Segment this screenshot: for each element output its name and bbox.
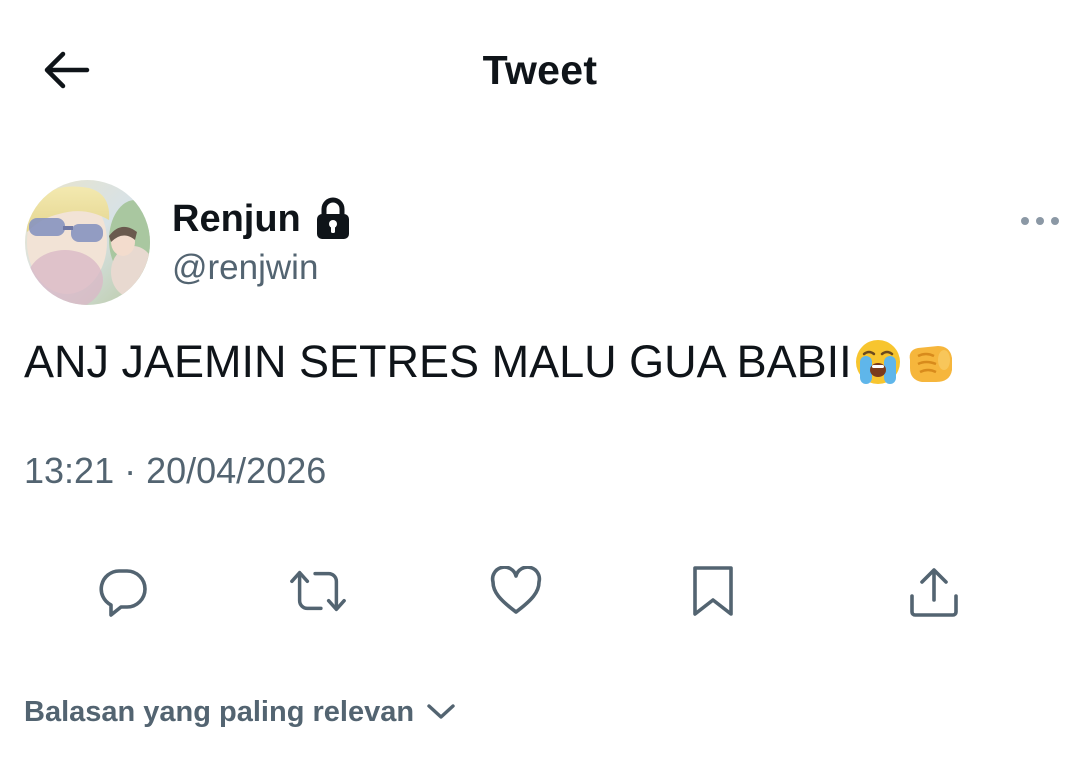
tweet-timestamp[interactable]: 13:21 · 20/04/2026 [24,448,326,494]
tweet-text-content: ANJ JAEMIN SETRES MALU GUA BABII [24,336,852,387]
loudly-crying-face-icon [855,340,900,384]
like-button[interactable] [486,562,546,620]
oncoming-fist-icon [909,346,952,382]
author-handle[interactable]: @renjwin [172,246,318,290]
bookmark-button[interactable] [683,562,743,620]
share-icon [910,568,958,617]
reply-icon [99,569,147,617]
tweet-emojis [854,338,956,386]
author-display-name[interactable]: Renjun [172,196,351,242]
timestamp-separator: · [124,450,137,491]
replies-sort-label: Balasan yang paling relevan [24,696,415,728]
bookmark-icon [693,566,733,616]
retweet-icon [290,570,346,612]
more-options-button[interactable] [1016,206,1064,236]
avatar[interactable] [25,180,150,305]
tweet-time: 13:21 [24,450,115,491]
share-button[interactable] [904,562,964,620]
retweet-button[interactable] [288,562,348,620]
tweet-action-bar [0,562,1080,620]
profile-photo [25,180,150,305]
more-horizontal-icon [1021,217,1059,225]
tweet-detail-page: Tweet Renjun @renjwin ANJ JAEMIN SETRES … [0,0,1080,762]
tweet-date: 20/04/2026 [146,450,327,491]
tweet-text: ANJ JAEMIN SETRES MALU GUA BABII [24,334,956,390]
heart-icon [490,566,542,614]
replies-sort-toggle[interactable]: Balasan yang paling relevan [24,692,456,732]
display-name-text: Renjun [172,198,301,240]
lock-icon [315,197,351,241]
reply-button[interactable] [93,562,153,620]
chevron-down-icon [427,704,455,719]
page-title: Tweet [482,47,598,93]
